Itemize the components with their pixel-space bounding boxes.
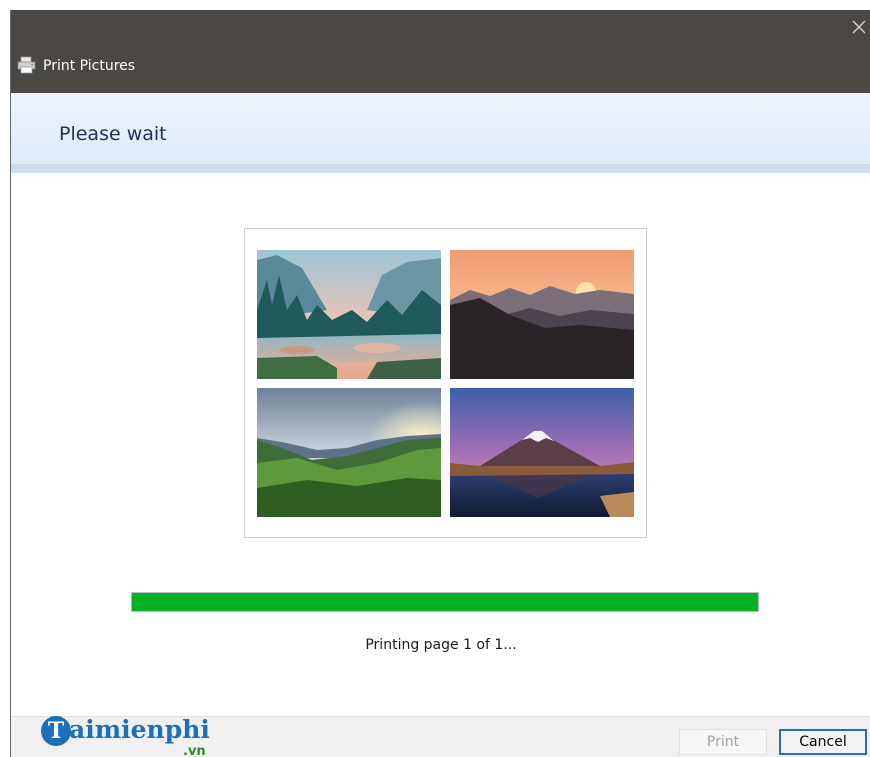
wizard-header: Please wait <box>11 93 870 164</box>
snow-volcano-icon <box>450 388 634 517</box>
logo-suffix: .vn <box>183 744 206 757</box>
header-divider <box>11 164 870 173</box>
logo-initial: T <box>41 716 71 746</box>
print-button[interactable]: Print <box>679 729 767 755</box>
title-bar[interactable]: Print Pictures <box>11 10 870 93</box>
print-progress-bar <box>131 592 759 612</box>
print-pictures-window: Print Pictures Please wait Printing page… <box>10 10 870 757</box>
logo-text: aimienphi <box>69 715 210 744</box>
print-preview <box>244 228 647 538</box>
close-icon[interactable] <box>847 14 870 40</box>
mountain-sunset-icon <box>450 250 634 379</box>
page-title: Please wait <box>59 123 167 145</box>
window-title: Print Pictures <box>43 58 136 74</box>
status-text: Printing page 1 of 1... <box>365 637 517 653</box>
green-hills-icon <box>257 388 441 517</box>
cancel-button[interactable]: Cancel <box>779 729 867 755</box>
printer-icon <box>17 56 37 74</box>
progress-fill <box>132 593 758 611</box>
forest-river-icon <box>257 250 441 379</box>
